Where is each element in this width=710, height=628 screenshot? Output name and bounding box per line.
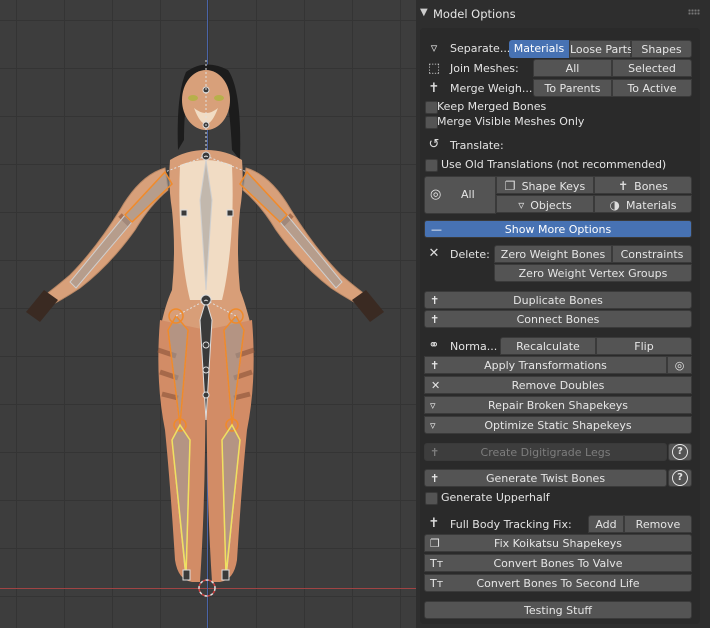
close-icon: ✕ (431, 379, 441, 392)
close-icon: ✕ (428, 246, 440, 261)
join-all-button[interactable]: All (533, 59, 612, 77)
flip-normals-button[interactable]: Flip (596, 337, 692, 355)
digitigrade-help-button[interactable]: ? (668, 443, 692, 461)
translate-bones-button[interactable]: ✝ Bones (594, 176, 692, 194)
target-icon: ◎ (430, 187, 442, 202)
help-icon: ? (672, 444, 688, 460)
armature-icon: ✝ (428, 516, 440, 531)
chevron-down-icon[interactable]: ▼ (420, 7, 428, 18)
separate-shapes-tab[interactable]: Shapes (631, 40, 692, 58)
normals-label: Norma... (450, 340, 498, 353)
generate-twist-bones-button[interactable]: ✝ Generate Twist Bones (424, 469, 667, 487)
convert-second-life-button[interactable]: Tт Convert Bones To Second Life (424, 574, 692, 592)
optimize-shapekeys-button[interactable]: ▿ Optimize Static Shapekeys (424, 416, 692, 434)
fix-koikatsu-button[interactable]: ❐ Fix Koikatsu Shapekeys (424, 534, 692, 552)
delete-zero-weight-bones-button[interactable]: Zero Weight Bones (494, 245, 612, 263)
twist-bones-help-button[interactable]: ? (668, 469, 692, 487)
shape-key-icon: ❐ (504, 179, 516, 193)
generate-twist-bones-label: Generate Twist Bones (485, 472, 606, 485)
mesh-icon: ▿ (430, 399, 436, 412)
merge-to-parents-button[interactable]: To Parents (533, 79, 612, 97)
bone-icon: ✝ (618, 179, 629, 193)
mesh-icon: ▿ (518, 198, 525, 212)
optimize-shapekeys-label: Optimize Static Shapekeys (484, 419, 632, 432)
armature-icon: ✝ (430, 472, 440, 485)
connect-bones-icon: ✝ (430, 313, 440, 326)
translate-objects-button[interactable]: ▿ Objects (496, 195, 594, 213)
generate-upperhalf-label: Generate Upperhalf (441, 491, 550, 504)
translate-label: Translate: (450, 139, 504, 152)
convert-second-life-label: Convert Bones To Second Life (476, 577, 640, 590)
translate-all-button[interactable]: ◎ All (424, 176, 496, 214)
text-icon: Tт (430, 577, 444, 590)
translate-bones-label: Bones (634, 180, 668, 193)
translate-icon: ↺ (428, 137, 440, 152)
separate-materials-tab[interactable]: Materials (509, 40, 569, 58)
translate-shape-keys-label: Shape Keys (521, 180, 586, 193)
armature-icon: ✝ (430, 359, 440, 372)
apply-transformations-button[interactable]: ✝ Apply Transformations (424, 356, 667, 374)
create-digitigrade-legs-label: Create Digitigrade Legs (480, 446, 611, 459)
mesh-icon: ▿ (430, 41, 438, 56)
old-translations-label: Use Old Translations (not recommended) (441, 158, 667, 171)
delete-constraints-button[interactable]: Constraints (612, 245, 692, 263)
target-icon: ◎ (674, 359, 685, 372)
repair-shapekeys-button[interactable]: ▿ Repair Broken Shapekeys (424, 396, 692, 414)
old-translations-checkbox[interactable] (425, 159, 438, 172)
separate-label: Separate... (450, 42, 511, 55)
character-model[interactable] (0, 0, 416, 628)
convert-valve-button[interactable]: Tт Convert Bones To Valve (424, 554, 692, 572)
recalculate-normals-button[interactable]: Recalculate (500, 337, 596, 355)
separate-loose-parts-tab[interactable]: Loose Parts (569, 40, 633, 58)
fbt-label: Full Body Tracking Fix: (450, 518, 572, 531)
normals-icon: ⚭ (428, 338, 440, 353)
collapse-icon: — (431, 223, 442, 236)
duplicate-bones-label: Duplicate Bones (513, 294, 603, 307)
remove-doubles-label: Remove Doubles (511, 379, 605, 392)
shape-key-icon: ❐ (430, 537, 440, 550)
show-more-options-toggle[interactable]: — Show More Options (424, 220, 692, 238)
convert-valve-label: Convert Bones To Valve (493, 557, 623, 570)
drag-grip-icon[interactable] (688, 9, 700, 15)
testing-stuff-button[interactable]: Testing Stuff (424, 601, 692, 619)
merge-weights-label: Merge Weigh... (450, 82, 533, 95)
fix-koikatsu-label: Fix Koikatsu Shapekeys (494, 537, 622, 550)
generate-upperhalf-checkbox[interactable] (425, 492, 438, 505)
text-icon: Tт (430, 557, 444, 570)
fbt-add-button[interactable]: Add (588, 515, 624, 533)
panel-title: Model Options (433, 7, 516, 21)
panel-header[interactable]: ▼ Model Options (416, 0, 710, 28)
delete-label: Delete: (450, 248, 490, 261)
help-icon: ? (672, 470, 688, 486)
connect-bones-label: Connect Bones (516, 313, 600, 326)
create-digitigrade-legs-button: ✝ Create Digitigrade Legs (424, 443, 667, 461)
delete-zero-weight-vertex-groups-button[interactable]: Zero Weight Vertex Groups (494, 264, 692, 282)
translate-materials-label: Materials (626, 199, 677, 212)
connect-bones-button[interactable]: ✝ Connect Bones (424, 310, 692, 328)
join-meshes-label: Join Meshes: (450, 62, 519, 75)
bone-icon: ✝ (428, 81, 440, 96)
join-icon: ⬚ (427, 61, 441, 76)
duplicate-bones-button[interactable]: ✝ Duplicate Bones (424, 291, 692, 309)
repair-shapekeys-label: Repair Broken Shapekeys (488, 399, 628, 412)
translate-objects-label: Objects (530, 199, 572, 212)
material-icon: ◑ (609, 198, 621, 212)
translate-shape-keys-button[interactable]: ❐ Shape Keys (496, 176, 594, 194)
remove-doubles-button[interactable]: ✕ Remove Doubles (424, 376, 692, 394)
join-selected-button[interactable]: Selected (612, 59, 692, 77)
duplicate-bones-icon: ✝ (430, 294, 440, 307)
apply-transformations-options-button[interactable]: ◎ (667, 356, 692, 374)
translate-materials-button[interactable]: ◑ Materials (594, 195, 692, 213)
mesh-icon: ▿ (430, 419, 436, 432)
show-more-options-label: Show More Options (504, 223, 612, 236)
fbt-remove-button[interactable]: Remove (624, 515, 692, 533)
apply-transformations-label: Apply Transformations (484, 359, 607, 372)
keep-merged-bones-label: Keep Merged Bones (437, 100, 547, 113)
merge-to-active-button[interactable]: To Active (612, 79, 692, 97)
3d-viewport[interactable] (0, 0, 416, 628)
armature-icon: ✝ (430, 446, 440, 459)
merge-visible-label: Merge Visible Meshes Only (437, 115, 585, 128)
translate-all-label: All (461, 188, 475, 201)
